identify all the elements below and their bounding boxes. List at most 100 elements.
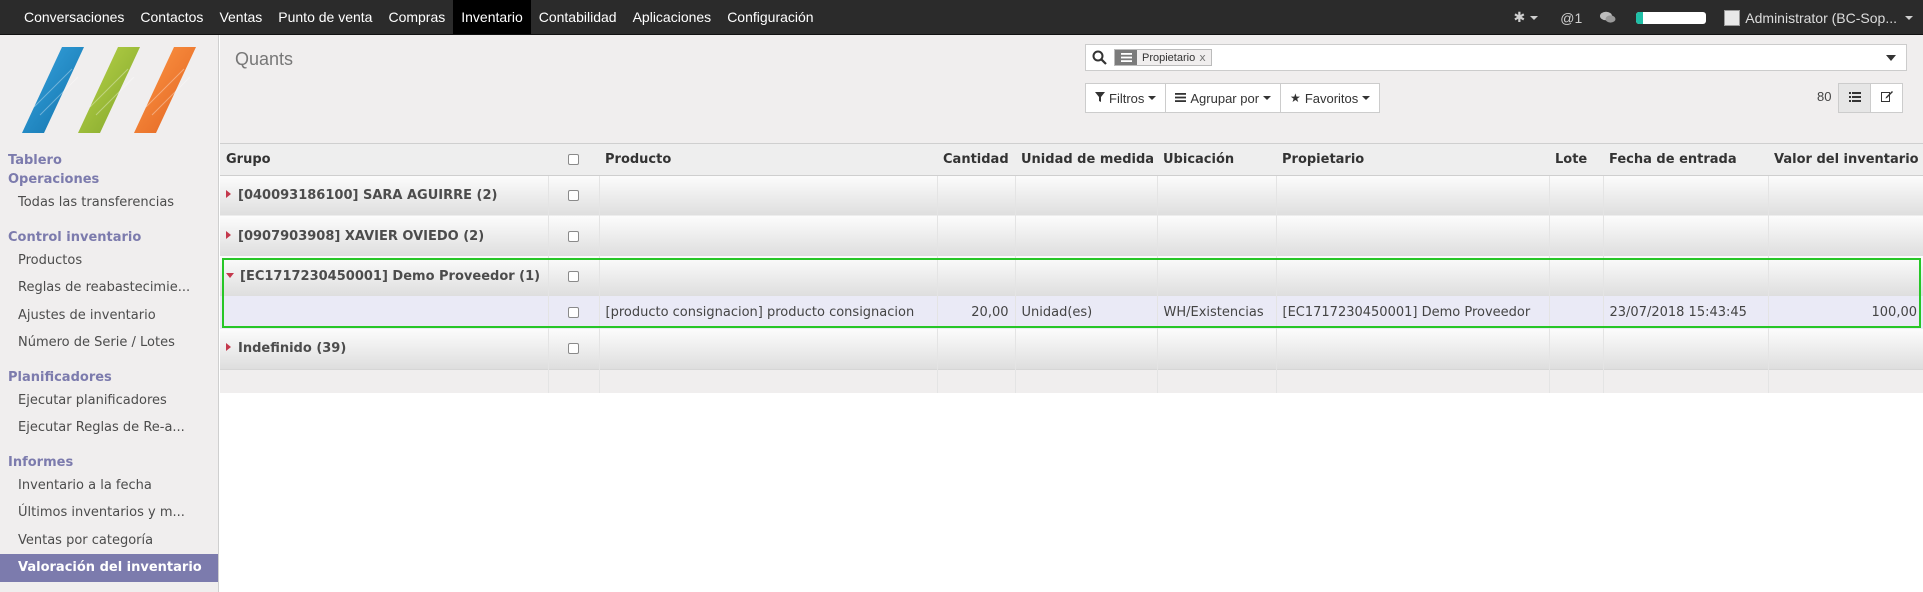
group-select-cell	[547, 256, 599, 296]
menu-ventas[interactable]: Ventas	[211, 0, 270, 34]
sidebar-header-tablero[interactable]: Tablero	[0, 151, 218, 170]
record-select-cell	[547, 296, 599, 329]
group-label-cell[interactable]: [EC1717230450001] Demo Proveedor (1)	[220, 256, 548, 296]
group-label-cell[interactable]: [0907903908] XAVIER OVIEDO (2)	[220, 216, 548, 256]
sidebar-header-informes: Informes	[8, 454, 74, 470]
table-row[interactable]: [producto consignacion] producto consign…	[220, 296, 1923, 329]
bug-icon: ✱	[1513, 9, 1526, 25]
row-checkbox[interactable]	[568, 190, 579, 202]
list-view: Grupo Producto Cantidad Unidad de medida…	[220, 144, 1923, 393]
filter-icon	[1095, 91, 1105, 105]
group-row[interactable]: [EC1717230450001] Demo Proveedor (1)	[220, 256, 1923, 296]
search-options-toggle[interactable]	[1886, 55, 1896, 61]
menu-configuracion[interactable]: Configuración	[719, 0, 821, 34]
filters-button[interactable]: Filtros	[1085, 83, 1167, 113]
sidebar-item-ejecutar-reglas[interactable]: Ejecutar Reglas de Re-a...	[0, 414, 218, 442]
sidebar-item-inventario-a-la-fecha[interactable]: Inventario a la fecha	[0, 472, 218, 500]
menu-conversaciones[interactable]: Conversaciones	[16, 0, 132, 34]
control-panel: Quants Propietario x Filtros Agrupar por	[220, 35, 1923, 144]
group-label: [0907903908] XAVIER OVIEDO (2)	[238, 228, 485, 244]
sidebar-item-ventas-por-categoria[interactable]: Ventas por categoría	[0, 527, 218, 555]
column-header-cantidad[interactable]: Cantidad	[937, 144, 1015, 176]
pager-value[interactable]: 80	[1817, 89, 1831, 104]
cell-unidad: Unidad(es)	[1014, 296, 1157, 329]
sidebar-item-todas-las-transferencias[interactable]: Todas las transferencias	[0, 189, 218, 217]
column-header-producto[interactable]: Producto	[599, 144, 937, 176]
systray: ✱ @1 Administrator (BC-Sop...	[1514, 0, 1923, 35]
menu-punto-de-venta[interactable]: Punto de venta	[270, 0, 380, 34]
column-header-fecha-de-entrada[interactable]: Fecha de entrada	[1603, 144, 1768, 176]
group-row[interactable]: Indefinido (39)	[220, 329, 1923, 369]
column-header-propietario[interactable]: Propietario	[1276, 144, 1549, 176]
select-all-checkbox[interactable]	[568, 153, 579, 165]
menu-contactos[interactable]: Contactos	[132, 0, 211, 34]
menu-contabilidad[interactable]: Contabilidad	[531, 0, 625, 34]
search-icon[interactable]	[1086, 50, 1112, 65]
group-by-label: Agrupar por	[1190, 90, 1260, 106]
sidebar-item-productos[interactable]: Productos	[0, 247, 218, 275]
group-row[interactable]: [0907903908] XAVIER OVIEDO (2)	[220, 216, 1923, 256]
chevron-down-icon	[1263, 96, 1272, 100]
caret-down-icon	[226, 272, 234, 278]
search-facet: Propietario x	[1114, 49, 1212, 66]
column-header-lote[interactable]: Lote	[1549, 144, 1603, 176]
list-icon	[1848, 91, 1861, 106]
search-options: Filtros Agrupar por ★ Favoritos	[1085, 83, 1381, 113]
company-logo	[22, 47, 196, 133]
search-input[interactable]	[1217, 45, 1906, 70]
table-header: Grupo Producto Cantidad Unidad de medida…	[220, 144, 1923, 176]
group-select-cell	[547, 175, 599, 216]
avatar	[1724, 9, 1741, 26]
sidebar-item-numero-de-serie-lotes[interactable]: Número de Serie / Lotes	[0, 329, 218, 357]
user-menu[interactable]: Administrator (BC-Sop...	[1724, 9, 1913, 26]
sidebar-header-planificadores: Planificadores	[8, 369, 112, 385]
row-checkbox[interactable]	[568, 230, 579, 242]
sidebar-nav: Tablero Operaciones Todas las transferen…	[0, 151, 218, 582]
column-header-grupo[interactable]: Grupo	[220, 144, 548, 176]
sidebar: Tablero Operaciones Todas las transferen…	[0, 35, 219, 592]
sidebar-item-reglas-reabastecimiento[interactable]: Reglas de reabastecimie...	[0, 274, 218, 302]
group-label-cell[interactable]: Indefinido (39)	[220, 329, 548, 369]
mentions-counter[interactable]: @1	[1560, 10, 1582, 26]
chat-icon[interactable]	[1600, 11, 1616, 24]
empty-group-cell	[220, 296, 548, 329]
cell-producto: [producto consignacion] producto consign…	[598, 296, 937, 329]
sidebar-item-valoracion-del-inventario[interactable]: Valoración del inventario	[0, 554, 218, 582]
menu-inventario[interactable]: Inventario	[453, 0, 531, 34]
search-bar[interactable]: Propietario x	[1085, 44, 1907, 71]
table-footer	[220, 368, 1923, 393]
facet-remove-icon[interactable]: x	[1199, 51, 1211, 64]
favorites-label: Favoritos	[1304, 90, 1359, 106]
sidebar-item-ajustes-de-inventario[interactable]: Ajustes de inventario	[0, 302, 218, 330]
cell-lote	[1548, 296, 1603, 329]
sidebar-item-ultimos-inventarios[interactable]: Últimos inventarios y m...	[0, 499, 218, 527]
view-switcher	[1838, 83, 1903, 113]
row-checkbox[interactable]	[568, 343, 579, 355]
chevron-down-icon	[1362, 96, 1371, 100]
group-label-cell[interactable]: [040093186100] SARA AGUIRRE (2)	[220, 175, 548, 216]
row-checkbox[interactable]	[568, 270, 579, 282]
caret-right-icon	[226, 343, 231, 352]
column-header-valor-del-inventario[interactable]: Valor del inventario	[1768, 144, 1923, 176]
sidebar-header-control-inventario: Control inventario	[8, 229, 142, 245]
cell-cantidad: 20,00	[936, 296, 1015, 329]
group-row[interactable]: [040093186100] SARA AGUIRRE (2)	[220, 175, 1923, 216]
progress-bar	[1636, 11, 1707, 24]
column-header-ubicacion[interactable]: Ubicación	[1157, 144, 1276, 176]
caret-right-icon	[226, 190, 231, 199]
menu-compras[interactable]: Compras	[380, 0, 453, 34]
caret-right-icon	[226, 230, 231, 239]
search-facet-label: Propietario	[1142, 51, 1196, 64]
list-view-button[interactable]	[1838, 83, 1871, 113]
star-icon: ★	[1290, 91, 1301, 105]
sidebar-header-operaciones: Operaciones	[8, 172, 100, 187]
sidebar-item-ejecutar-planificadores[interactable]: Ejecutar planificadores	[0, 387, 218, 415]
cell-ubicacion: WH/Existencias	[1156, 296, 1276, 329]
column-header-unidad-de-medida[interactable]: Unidad de medida	[1015, 144, 1157, 176]
debug-menu[interactable]: ✱	[1514, 9, 1539, 26]
favorites-button[interactable]: ★ Favoritos	[1280, 83, 1381, 113]
group-by-button[interactable]: Agrupar por	[1165, 83, 1282, 113]
pivot-edit-view-button[interactable]	[1870, 83, 1903, 113]
row-checkbox[interactable]	[568, 307, 579, 318]
menu-aplicaciones[interactable]: Aplicaciones	[625, 0, 720, 34]
